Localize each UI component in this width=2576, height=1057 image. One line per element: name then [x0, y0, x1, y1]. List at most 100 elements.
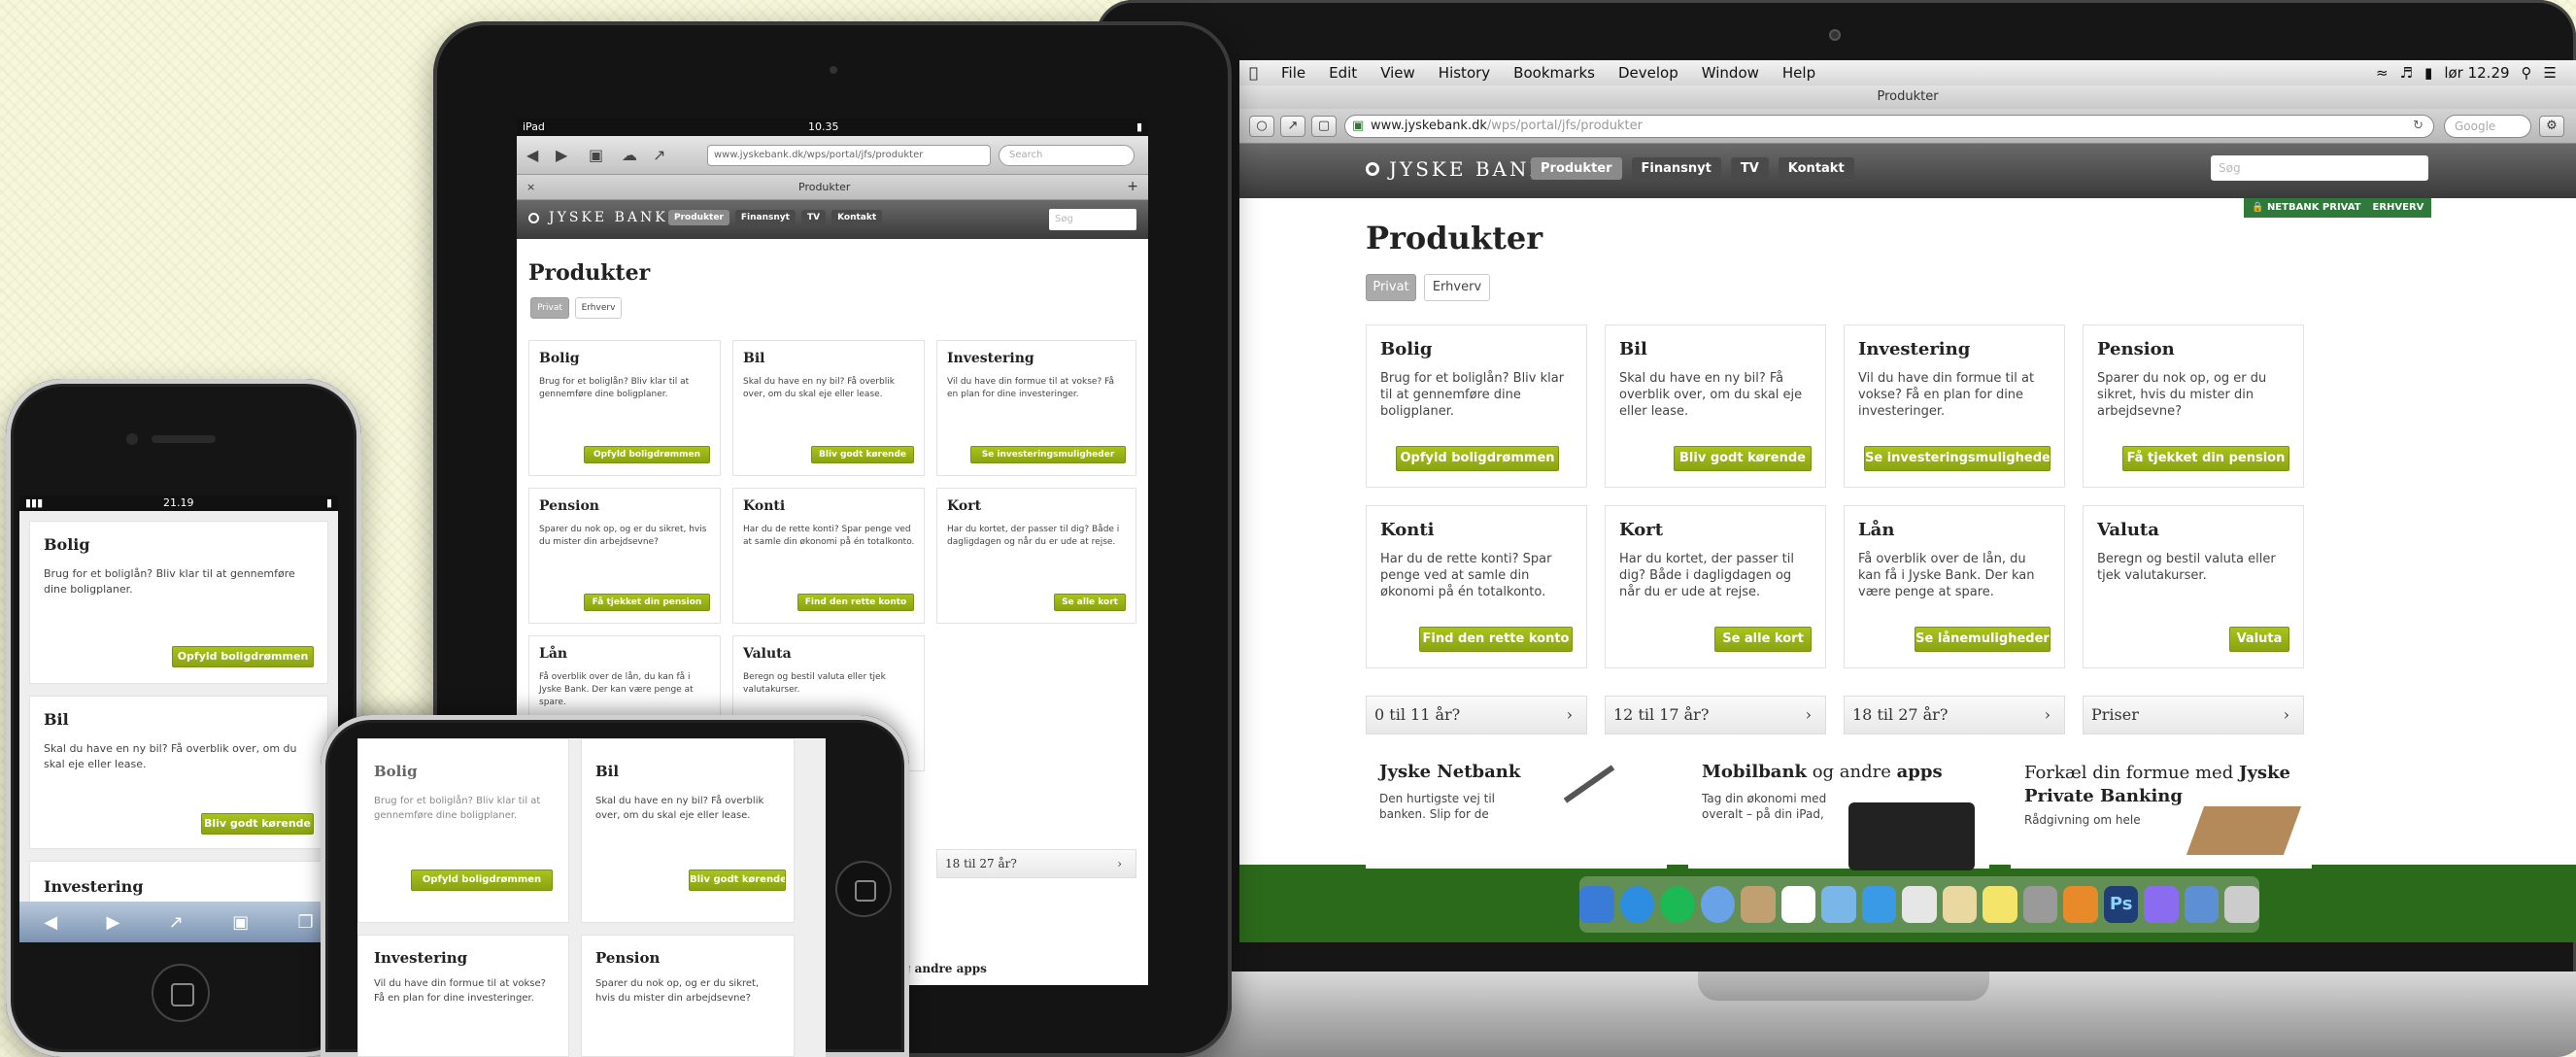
- bil-button[interactable]: Bliv godt kørende: [1674, 446, 1812, 471]
- menu-edit[interactable]: Edit: [1329, 64, 1357, 82]
- nav-tv[interactable]: TV: [800, 210, 827, 225]
- nav-produkter[interactable]: Produkter: [1531, 157, 1622, 180]
- bil-button[interactable]: Bliv godt kørende: [689, 869, 786, 891]
- cloud-icon[interactable]: ☁: [622, 146, 637, 164]
- forward-icon[interactable]: ▶: [106, 912, 119, 933]
- reload-icon[interactable]: ↻: [2413, 116, 2423, 137]
- bookmarks-icon[interactable]: ▣: [589, 146, 603, 164]
- sidebar-icon[interactable]: ▢: [1311, 116, 1337, 137]
- bolig-button[interactable]: Opfyld boligdrømmen: [584, 446, 710, 463]
- settings-gear-icon[interactable]: ⚙: [2539, 116, 2564, 137]
- tab-title[interactable]: Produkter: [798, 181, 850, 193]
- close-tab-icon[interactable]: ×: [526, 181, 535, 193]
- nav-produkter[interactable]: Produkter: [668, 210, 729, 225]
- kort-button[interactable]: Se alle kort: [1054, 594, 1126, 611]
- pension-button[interactable]: Få tjekket din pension: [584, 594, 710, 611]
- menu-view[interactable]: View: [1380, 64, 1415, 82]
- age-row-0-11[interactable]: 0 til 11 år? ›: [1366, 696, 1587, 734]
- menubar-clock[interactable]: lør 12.29: [2444, 64, 2509, 82]
- new-tab-icon[interactable]: +: [1127, 179, 1138, 194]
- volume-icon[interactable]: ♬: [2400, 64, 2413, 82]
- spotlight-icon[interactable]: ⚲: [2522, 64, 2532, 82]
- forward-icon[interactable]: ▶: [556, 146, 567, 164]
- konti-button[interactable]: Find den rette konto: [797, 594, 914, 611]
- jyske-logo[interactable]: JYSKE BANK: [528, 210, 668, 225]
- messages-icon[interactable]: [1821, 886, 1856, 923]
- tab-erhverv[interactable]: Erhverv: [575, 297, 622, 319]
- back-icon[interactable]: ◀: [44, 912, 57, 933]
- notes-icon[interactable]: [1942, 886, 1978, 923]
- system-preferences-icon[interactable]: [2022, 886, 2058, 923]
- address-bar[interactable]: ▣ www.jyskebank.dk/wps/portal/jfs/produk…: [1344, 115, 2434, 138]
- pen-app-icon[interactable]: [2144, 886, 2179, 923]
- tab-erhverv[interactable]: Erhverv: [1424, 274, 1490, 301]
- twitter-icon[interactable]: [1861, 886, 1897, 923]
- home-button[interactable]: [152, 964, 210, 1022]
- battery-icon[interactable]: ▮: [2424, 64, 2432, 82]
- kort-button[interactable]: Se alle kort: [1714, 627, 1812, 652]
- bil-button[interactable]: Bliv godt kørende: [811, 446, 914, 463]
- promo-mobilbank[interactable]: Mobilbank og andre apps Tag din økonomi …: [1688, 752, 1989, 870]
- promo-netbank[interactable]: Jyske Netbank Den hurtigste vej til bank…: [1366, 752, 1667, 869]
- folder-icon[interactable]: [2184, 886, 2220, 923]
- chrome-icon[interactable]: [1700, 886, 1736, 923]
- app-icon[interactable]: [2063, 886, 2098, 923]
- promo-private-banking[interactable]: Forkæl din formue med Jyske Private Bank…: [2011, 752, 2312, 869]
- menu-develop[interactable]: Develop: [1618, 64, 1678, 82]
- age-row-18-27[interactable]: 18 til 27 år? ›: [1844, 696, 2065, 734]
- apple-menu-icon[interactable]: : [1249, 64, 1258, 82]
- nav-kontakt[interactable]: Kontakt: [1778, 157, 1854, 180]
- age-row-priser[interactable]: Priser ›: [2083, 696, 2304, 734]
- pension-button[interactable]: Få tjekket din pension: [2122, 446, 2289, 471]
- list-icon[interactable]: ☰: [2544, 64, 2557, 82]
- finder-icon[interactable]: [1578, 886, 1614, 923]
- site-search-input[interactable]: Søg: [2211, 155, 2428, 181]
- nav-tv[interactable]: TV: [1730, 157, 1769, 180]
- netbank-login-link[interactable]: 🔒 NETBANK PRIVAT: [2252, 198, 2361, 218]
- trash-icon[interactable]: [2224, 886, 2260, 923]
- bolig-button[interactable]: Opfyld boligdrømmen: [172, 646, 314, 667]
- valuta-button[interactable]: Valuta: [2229, 627, 2289, 652]
- tablet-search-field[interactable]: Search: [999, 145, 1135, 166]
- nav-kontakt[interactable]: Kontakt: [831, 210, 883, 225]
- menu-window[interactable]: Window: [1702, 64, 1759, 82]
- age-row-12-17[interactable]: 12 til 17 år? ›: [1605, 696, 1826, 734]
- investering-button[interactable]: Se investeringsmuligheder: [1864, 446, 2051, 471]
- wifi-icon[interactable]: ≈: [2376, 64, 2389, 82]
- erhverv-link[interactable]: ERHVERV: [2373, 198, 2424, 218]
- safari-icon[interactable]: [1619, 886, 1655, 923]
- share-icon[interactable]: ↗: [653, 146, 665, 164]
- nav-finansnyt[interactable]: Finansnyt: [734, 210, 796, 225]
- home-button[interactable]: [835, 861, 892, 917]
- photos-icon[interactable]: [1741, 886, 1776, 923]
- reader-icon[interactable]: ○: [1249, 116, 1274, 137]
- tablet-address-bar[interactable]: www.jyskebank.dk/wps/portal/jfs/produkte…: [707, 145, 991, 166]
- jyske-logo[interactable]: JYSKE BANK: [1366, 157, 1546, 181]
- menu-bookmarks[interactable]: Bookmarks: [1513, 64, 1595, 82]
- textedit-icon[interactable]: [1902, 886, 1937, 923]
- bil-button[interactable]: Bliv godt kørende: [201, 813, 314, 835]
- menu-file[interactable]: File: [1281, 64, 1305, 82]
- stickies-icon[interactable]: [1983, 886, 2017, 923]
- spotify-icon[interactable]: [1660, 886, 1695, 923]
- bolig-button[interactable]: Opfyld boligdrømmen: [1396, 446, 1559, 471]
- tab-privat[interactable]: Privat: [1366, 274, 1416, 301]
- share-icon[interactable]: ↗: [1280, 116, 1305, 137]
- age-row-18-27[interactable]: 18 til 27 år? ›: [936, 849, 1136, 878]
- menu-help[interactable]: Help: [1782, 64, 1815, 82]
- menu-history[interactable]: History: [1439, 64, 1490, 82]
- tabs-icon[interactable]: ❐: [298, 912, 314, 933]
- calendar-icon[interactable]: [1780, 886, 1816, 923]
- share-icon[interactable]: ↗: [169, 912, 184, 933]
- tab-privat[interactable]: Privat: [530, 297, 569, 319]
- bookmarks-icon[interactable]: ▣: [232, 912, 249, 933]
- browser-search-field[interactable]: Google: [2444, 115, 2531, 138]
- nav-finansnyt[interactable]: Finansnyt: [1631, 157, 1721, 180]
- photoshop-icon[interactable]: Ps: [2103, 886, 2139, 923]
- bolig-button[interactable]: Opfyld boligdrømmen: [411, 869, 553, 891]
- laan-button[interactable]: Se lånemuligheder: [1915, 627, 2051, 652]
- site-search-input[interactable]: Søg: [1049, 209, 1136, 230]
- investering-button[interactable]: Se investeringsmuligheder: [970, 446, 1126, 463]
- konti-button[interactable]: Find den rette konto: [1419, 627, 1573, 652]
- back-icon[interactable]: ◀: [526, 146, 538, 164]
